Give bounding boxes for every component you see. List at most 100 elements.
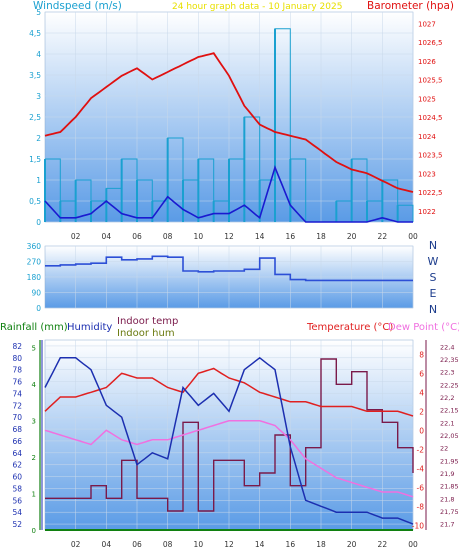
indoor-tick-label: 22,3 [440, 369, 454, 377]
panel2-left-ticks: 0 90 180 270 360 [27, 242, 42, 313]
panel1-left-tick-label: 0 [36, 218, 41, 227]
temperature-tick-label: -2 [417, 445, 425, 454]
panel3-x-tick-label: 20 [347, 540, 357, 549]
indoor-tick-label: 22,4 [440, 343, 454, 351]
panel1-left-tick-label: 4 [36, 50, 41, 59]
temperature-tick-label: -8 [417, 502, 425, 511]
panel3-x-tick-label: 00 [408, 540, 418, 549]
temperature-tick-label: 8 [419, 350, 424, 359]
panel1-right-tick-label: 1027 [418, 20, 436, 28]
panel1-right-tick-label: 1022,5 [418, 189, 443, 197]
panel1-x-tick-label: 14 [255, 232, 265, 241]
indoor-tick-label: 21,8 [440, 495, 454, 503]
rain-tick-label: 5 [32, 344, 36, 352]
rain-tick-label: 4 [32, 381, 37, 389]
indoor-tick-label: 22 [440, 445, 448, 453]
humidity-tick-label: 60 [12, 473, 22, 482]
dew-point-axis-label: Dew Point (°C) [388, 322, 459, 333]
panel1-left-tick-label: 1,5 [29, 155, 41, 164]
panel1-left-tick-label: 3 [36, 92, 41, 101]
panel3-x-ticks: 02 04 06 08 10 12 14 16 18 20 22 00 [71, 540, 418, 549]
panel1-left-tick-label: 0,5 [29, 197, 41, 206]
panel3-x-tick-label: 02 [71, 540, 81, 549]
panel3-x-tick-label: 04 [102, 540, 112, 549]
panel1-left-tick-label: 4,5 [29, 29, 41, 38]
panel1-right-tick-label: 1026,5 [418, 39, 443, 47]
compass-label: E [430, 287, 437, 300]
indoor-tick-label: 21,7 [440, 521, 454, 529]
humidity-axis-label: Humidity [67, 322, 112, 333]
humidity-tick-label: 70 [12, 413, 22, 422]
indoor-tick-label: 22,15 [440, 407, 459, 415]
temperature-tick-label: 4 [419, 388, 424, 397]
compass-label: W [428, 255, 439, 268]
rain-tick-label: 1 [32, 490, 36, 498]
panel1-right-tick-label: 1025,5 [418, 77, 443, 85]
panel2-left-tick-label: 270 [27, 258, 42, 267]
indoor-tick-label: 21,95 [440, 457, 459, 465]
humidity-tick-label: 56 [12, 496, 22, 505]
temperature-tick-label: 6 [419, 369, 424, 378]
panel1-x-tick-label: 20 [347, 232, 357, 241]
panel1-left-ticks: 0 0,5 1 1,5 2 2,5 3 3,5 4 4,5 5 [29, 8, 41, 227]
panel2-left-tick-label: 360 [27, 242, 42, 251]
panel3-x-tick-label: 14 [255, 540, 265, 549]
panel2-compass-labels: NWSEN [428, 239, 439, 316]
panel1-x-tick-label: 00 [408, 232, 418, 241]
panel1-x-tick-label: 16 [286, 232, 296, 241]
compass-label: S [430, 271, 437, 284]
temperature-tick-label: 2 [419, 407, 424, 416]
panel3-x-tick-label: 06 [132, 540, 142, 549]
indoor-tick-label: 21,75 [440, 508, 459, 516]
panel1-x-tick-label: 22 [378, 232, 388, 241]
panel1-right-tick-label: 1022 [418, 208, 436, 216]
panel1-x-tick-label: 18 [316, 232, 326, 241]
temperature-tick-label: -6 [417, 483, 425, 492]
humidity-tick-label: 82 [12, 342, 22, 351]
panel1-x-tick-label: 02 [71, 232, 81, 241]
temperature-axis-label: Temperature (°C) [306, 322, 393, 333]
panel1-left-tick-label: 3,5 [29, 71, 41, 80]
panel1-x-tick-label: 06 [132, 232, 142, 241]
humidity-tick-label: 62 [12, 461, 22, 470]
humidity-tick-label: 72 [12, 401, 22, 410]
panel2-left-tick-label: 90 [31, 289, 41, 298]
temperature-tick-label: -10 [412, 521, 424, 530]
panel3-x-tick-label: 16 [286, 540, 296, 549]
humidity-tick-label: 58 [12, 484, 22, 493]
rain-tick-label: 2 [32, 454, 36, 462]
panel3-x-tick-label: 08 [163, 540, 173, 549]
indoor-tick-label: 22,05 [440, 432, 459, 440]
panel1-right-axis-label: Barometer (hpa) [367, 0, 454, 12]
panel1-x-tick-label: 10 [194, 232, 204, 241]
indoor-tick-label: 22,25 [440, 381, 459, 389]
panel1-x-tick-label: 12 [224, 232, 234, 241]
humidity-tick-label: 78 [12, 366, 22, 375]
humidity-axis-ticks: 52 54 56 58 60 62 64 66 68 70 72 74 76 78 80 82 [12, 342, 22, 529]
panel2-left-tick-label: 180 [27, 273, 42, 282]
panel3-x-tick-label: 22 [378, 540, 388, 549]
panel1-x-tick-label: 04 [102, 232, 112, 241]
compass-label: N [429, 303, 437, 316]
panel3-x-tick-label: 10 [194, 540, 204, 549]
panel1-right-tick-label: 1023,5 [418, 152, 443, 160]
rain-tick-label: 0 [32, 527, 36, 535]
compass-label: N [429, 239, 437, 252]
panel1-title: 24 hour graph data - 10 January 2025 [172, 2, 342, 12]
panel3-x-tick-label: 12 [224, 540, 234, 549]
panel1-x-ticks: 02 04 06 08 10 12 14 16 18 20 22 00 [71, 232, 418, 241]
indoor-temp-axis-ticks: 21,7 21,75 21,8 21,85 21,9 21,95 22 22,05 22,1 22… [440, 343, 459, 528]
panel3-x-tick-label: 18 [316, 540, 326, 549]
humidity-tick-label: 80 [12, 354, 22, 363]
panel1-right-tick-label: 1024,5 [418, 114, 443, 122]
panel1-right-tick-label: 1026 [418, 58, 436, 66]
panel1-right-ticks: 1022 1022,5 1023 1023,5 1024 1024,5 1025 1025,5… [418, 20, 443, 216]
humidity-tick-label: 76 [12, 378, 22, 387]
weather-graph-page: Windspeed (m/s) 24 hour graph data - 10 … [0, 0, 459, 555]
rain-axis-ticks: 0 1 2 3 4 5 [32, 344, 37, 535]
humidity-tick-label: 68 [12, 425, 22, 434]
indoor-tick-label: 21,85 [440, 483, 459, 491]
panel1-left-tick-label: 5 [36, 8, 41, 17]
humidity-tick-label: 52 [12, 520, 22, 529]
indoor-tick-label: 22,35 [440, 356, 459, 364]
